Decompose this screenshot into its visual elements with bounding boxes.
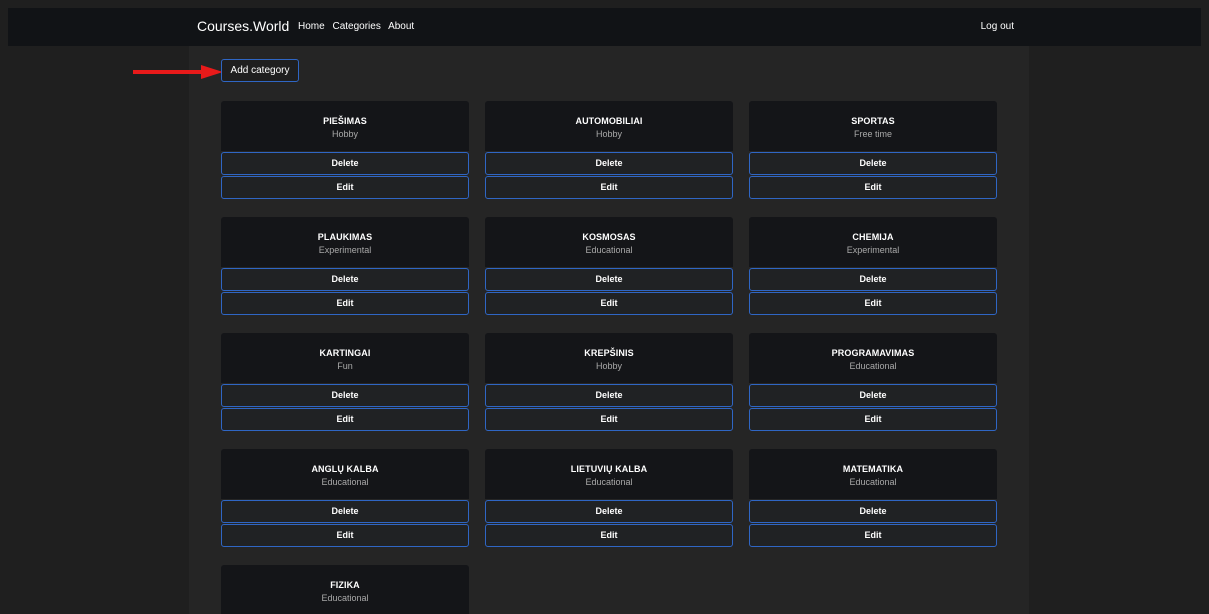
category-type: Experimental bbox=[846, 245, 900, 255]
category-type: Educational bbox=[585, 477, 633, 487]
category-card-header: CHEMIJA Experimental bbox=[749, 217, 997, 267]
brand-link[interactable]: Courses.World bbox=[197, 18, 289, 34]
delete-button[interactable]: Delete bbox=[749, 268, 997, 291]
category-card: KARTINGAI Fun Delete Edit bbox=[221, 333, 469, 431]
category-name: SPORTAS bbox=[851, 116, 895, 126]
category-type: Educational bbox=[849, 477, 897, 487]
category-name: ANGLŲ KALBA bbox=[311, 464, 379, 474]
delete-button[interactable]: Delete bbox=[221, 500, 469, 523]
edit-button[interactable]: Edit bbox=[749, 292, 997, 315]
category-type: Educational bbox=[585, 245, 633, 255]
category-name: MATEMATIKA bbox=[842, 464, 904, 474]
delete-button[interactable]: Delete bbox=[221, 384, 469, 407]
category-card-header: MATEMATIKA Educational bbox=[749, 449, 997, 499]
edit-button[interactable]: Edit bbox=[221, 176, 469, 199]
category-type: Educational bbox=[321, 477, 369, 487]
category-name: CHEMIJA bbox=[852, 232, 894, 242]
category-type: Educational bbox=[849, 361, 897, 371]
category-card-header: PLAUKIMAS Experimental bbox=[221, 217, 469, 267]
edit-button[interactable]: Edit bbox=[221, 524, 469, 547]
delete-button[interactable]: Delete bbox=[749, 384, 997, 407]
category-card-header: ANGLŲ KALBA Educational bbox=[221, 449, 469, 499]
annotation-arrow-icon bbox=[133, 65, 223, 79]
category-name: FIZIKA bbox=[330, 580, 360, 590]
category-card: AUTOMOBILIAI Hobby Delete Edit bbox=[485, 101, 733, 199]
category-type: Hobby bbox=[331, 129, 358, 139]
category-card-header: KARTINGAI Fun bbox=[221, 333, 469, 383]
edit-button[interactable]: Edit bbox=[485, 524, 733, 547]
category-card: MATEMATIKA Educational Delete Edit bbox=[749, 449, 997, 547]
category-card-header: LIETUVIŲ KALBA Educational bbox=[485, 449, 733, 499]
nav-about-link[interactable]: About bbox=[388, 21, 414, 32]
category-card: ANGLŲ KALBA Educational Delete Edit bbox=[221, 449, 469, 547]
category-type: Educational bbox=[321, 593, 369, 603]
category-card-header: KREPŠINIS Hobby bbox=[485, 333, 733, 383]
category-card: CHEMIJA Experimental Delete Edit bbox=[749, 217, 997, 315]
category-name: PIEŠIMAS bbox=[323, 116, 367, 126]
delete-button[interactable]: Delete bbox=[221, 268, 469, 291]
delete-button[interactable]: Delete bbox=[485, 500, 733, 523]
category-card-header: FIZIKA Educational bbox=[221, 565, 469, 614]
nav-links: Home Categories About bbox=[298, 21, 419, 32]
category-type: Free time bbox=[853, 129, 892, 139]
delete-button[interactable]: Delete bbox=[485, 268, 733, 291]
delete-button[interactable]: Delete bbox=[221, 152, 469, 175]
category-card-header: PROGRAMAVIMAS Educational bbox=[749, 333, 997, 383]
category-card: LIETUVIŲ KALBA Educational Delete Edit bbox=[485, 449, 733, 547]
category-card: PIEŠIMAS Hobby Delete Edit bbox=[221, 101, 469, 199]
edit-button[interactable]: Edit bbox=[485, 292, 733, 315]
category-card: KOSMOSAS Educational Delete Edit bbox=[485, 217, 733, 315]
nav-categories-link[interactable]: Categories bbox=[332, 21, 380, 32]
category-card: PROGRAMAVIMAS Educational Delete Edit bbox=[749, 333, 997, 431]
category-card-header: AUTOMOBILIAI Hobby bbox=[485, 101, 733, 151]
category-card: SPORTAS Free time Delete Edit bbox=[749, 101, 997, 199]
delete-button[interactable]: Delete bbox=[485, 384, 733, 407]
category-card: FIZIKA Educational bbox=[221, 565, 469, 614]
delete-button[interactable]: Delete bbox=[749, 152, 997, 175]
category-type: Hobby bbox=[595, 129, 622, 139]
edit-button[interactable]: Edit bbox=[749, 524, 997, 547]
category-card: PLAUKIMAS Experimental Delete Edit bbox=[221, 217, 469, 315]
logout-link[interactable]: Log out bbox=[981, 21, 1014, 32]
category-name: PROGRAMAVIMAS bbox=[831, 348, 915, 358]
edit-button[interactable]: Edit bbox=[221, 292, 469, 315]
nav-home-link[interactable]: Home bbox=[298, 21, 325, 32]
category-name: AUTOMOBILIAI bbox=[575, 116, 643, 126]
category-name: KREPŠINIS bbox=[584, 348, 634, 358]
edit-button[interactable]: Edit bbox=[749, 176, 997, 199]
category-type: Hobby bbox=[595, 361, 622, 371]
category-card-header: PIEŠIMAS Hobby bbox=[221, 101, 469, 151]
category-type: Experimental bbox=[318, 245, 372, 255]
category-card-header: KOSMOSAS Educational bbox=[485, 217, 733, 267]
category-card: KREPŠINIS Hobby Delete Edit bbox=[485, 333, 733, 431]
add-category-button[interactable]: Add category bbox=[221, 59, 299, 82]
edit-button[interactable]: Edit bbox=[749, 408, 997, 431]
top-navbar: Courses.World Home Categories About Log … bbox=[8, 8, 1201, 46]
delete-button[interactable]: Delete bbox=[749, 500, 997, 523]
delete-button[interactable]: Delete bbox=[485, 152, 733, 175]
edit-button[interactable]: Edit bbox=[485, 408, 733, 431]
category-card-header: SPORTAS Free time bbox=[749, 101, 997, 151]
category-name: KOSMOSAS bbox=[582, 232, 636, 242]
edit-button[interactable]: Edit bbox=[485, 176, 733, 199]
category-name: PLAUKIMAS bbox=[317, 232, 373, 242]
edit-button[interactable]: Edit bbox=[221, 408, 469, 431]
category-name: KARTINGAI bbox=[319, 348, 371, 358]
category-type: Fun bbox=[337, 361, 353, 371]
category-name: LIETUVIŲ KALBA bbox=[570, 464, 648, 474]
